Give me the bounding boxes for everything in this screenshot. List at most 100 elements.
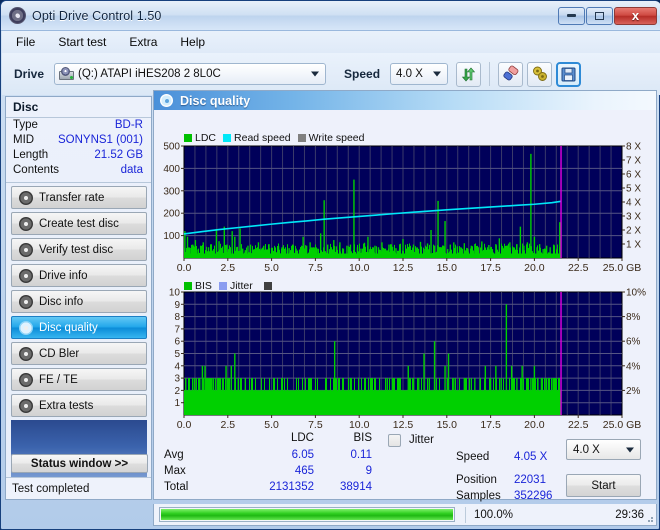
test-speed-select[interactable]: 4.0 X (566, 439, 641, 460)
svg-text:8%: 8% (626, 312, 641, 323)
settings-button[interactable] (527, 61, 553, 87)
menu-item-extra[interactable]: Extra (125, 33, 167, 51)
menu-item-file[interactable]: File (12, 33, 45, 51)
disc-info-row-length: Length 21.52 GB (6, 148, 151, 163)
bis-chart-legend: BIS Jitter (184, 280, 275, 292)
chevron-down-icon (626, 447, 634, 452)
stats-max-ldc: 465 (294, 465, 314, 477)
stats-max-bis: 9 (365, 465, 372, 477)
svg-text:100: 100 (163, 231, 180, 242)
sidebar-item-disc-info[interactable]: Disc info (11, 290, 147, 313)
window-title: Opti Drive Control 1.50 (32, 8, 162, 23)
sidebar-item-label: Disc info (39, 295, 84, 308)
sidebar-item-verify-test-disc[interactable]: Verify test disc (11, 238, 147, 261)
samples-label: Samples (456, 490, 501, 502)
sidebar: Disc Type BD-R MID SONYNS1 (001) Length … (5, 96, 152, 500)
status-window-button[interactable]: Status window >> (11, 454, 148, 473)
svg-text:6: 6 (174, 337, 180, 348)
svg-text:7.5: 7.5 (308, 419, 323, 431)
disc-info-row-contents: Contents data (6, 163, 151, 178)
svg-text:6 X: 6 X (626, 170, 641, 181)
svg-text:2 X: 2 X (626, 226, 641, 237)
disc-icon (19, 372, 33, 387)
refresh-button[interactable] (456, 61, 482, 87)
sidebar-item-disc-quality[interactable]: Disc quality (11, 316, 147, 339)
legend-swatch-read-speed (223, 134, 232, 142)
jitter-label: Jitter (409, 434, 434, 446)
stats-row-label-total: Total (164, 481, 189, 493)
svg-text:2: 2 (174, 386, 180, 397)
svg-text:7.5: 7.5 (308, 262, 323, 274)
progress-percent: 100.0% (474, 508, 514, 521)
close-button[interactable]: x (614, 6, 657, 25)
jitter-checkbox[interactable] (388, 434, 401, 447)
disc-icon (19, 320, 33, 335)
disc-quality-bis-chart[interactable]: 123 456 78910 2% 4% 6% 8% 10% 0.0 2.5 5.0 7.5 10.0 12… (154, 276, 658, 442)
svg-text:5.0: 5.0 (264, 419, 279, 431)
stats-avg-ldc: 6.05 (291, 449, 314, 461)
sidebar-item-extra-tests[interactable]: Extra tests (11, 394, 147, 417)
app-disc-icon (9, 7, 26, 24)
sidebar-item-label: CD Bler (39, 347, 80, 360)
gears-icon (532, 66, 547, 81)
legend-swatch-jitter (218, 282, 227, 290)
legend-label-read-speed: Read speed (234, 132, 291, 144)
stats-col-bis: BIS (353, 432, 372, 444)
minimize-button[interactable] (558, 6, 585, 25)
svg-text:17.5: 17.5 (480, 262, 501, 274)
svg-text:22.5: 22.5 (568, 419, 589, 431)
menu-item-start-test[interactable]: Start test (54, 33, 116, 51)
ldc-chart-legend: LDC Read speed Write speed (184, 132, 372, 144)
maximize-button[interactable] (586, 6, 613, 25)
disc-info-key: MID (13, 134, 35, 146)
svg-text:25.0 GB: 25.0 GB (603, 262, 642, 274)
svg-text:300: 300 (163, 186, 180, 197)
svg-text:5.0: 5.0 (264, 262, 279, 274)
sidebar-item-transfer-rate[interactable]: Transfer rate (11, 186, 147, 209)
resize-grip-icon[interactable] (644, 513, 654, 523)
sidebar-item-cd-bler[interactable]: CD Bler (11, 342, 147, 365)
disc-info-key: Contents (13, 164, 60, 176)
menu-item-help[interactable]: Help (176, 33, 215, 51)
erase-button[interactable] (498, 61, 524, 87)
drive-select-value: (Q:) ATAPI iHES208 2 8L0C (78, 68, 221, 80)
disc-info-value: 21.52 GB (94, 149, 143, 161)
toolbar-separator (489, 62, 491, 86)
svg-text:10.0: 10.0 (349, 419, 370, 431)
legend-swatch-write-speed (297, 134, 306, 142)
sidebar-item-drive-info[interactable]: Drive info (11, 264, 147, 287)
speed-readout-value: 4.05 X (514, 451, 548, 463)
toolbar: Drive (Q:) ATAPI iHES208 2 8L0C Speed 4.… (2, 53, 660, 95)
disc-quality-ldc-chart[interactable]: 100 200 300 400 500 1 X 2 X 3 X 4 X 5 X 6 X 7 X 8 X 0… (154, 129, 658, 281)
stats-avg-bis: 0.11 (350, 449, 372, 461)
progress-bar (159, 507, 455, 522)
floppy-save-icon (561, 67, 576, 81)
svg-text:12.5: 12.5 (393, 419, 414, 431)
progress-bar-fill (161, 509, 453, 520)
drive-select[interactable]: (Q:) ATAPI iHES208 2 8L0C (54, 63, 327, 85)
panel-header: Disc quality (154, 91, 656, 110)
sidebar-item-label: Verify test disc (39, 243, 114, 256)
sidebar-item-create-test-disc[interactable]: Create test disc (11, 212, 147, 235)
save-button[interactable] (556, 61, 582, 87)
start-button[interactable]: Start (566, 474, 641, 497)
disc-icon (19, 216, 33, 231)
speed-select[interactable]: 4.0 X (390, 63, 449, 85)
svg-text:500: 500 (163, 142, 180, 153)
svg-text:4 X: 4 X (626, 198, 641, 209)
svg-text:1: 1 (174, 398, 180, 409)
position-value: 22031 (514, 474, 546, 486)
svg-text:400: 400 (163, 164, 180, 175)
svg-text:17.5: 17.5 (480, 419, 501, 431)
legend-swatch-ldc (184, 134, 192, 142)
disc-info-value: BD-R (114, 119, 143, 131)
svg-text:5: 5 (174, 349, 180, 360)
svg-text:2.5: 2.5 (220, 419, 235, 431)
legend-label-write-speed: Write speed (308, 132, 365, 144)
legend-swatch-extra (263, 282, 272, 290)
svg-text:2.5: 2.5 (220, 262, 235, 274)
legend-label-bis: BIS (195, 280, 212, 292)
sidebar-item-fe-te[interactable]: FE / TE (11, 368, 147, 391)
svg-text:20.0: 20.0 (524, 262, 545, 274)
drive-label: Drive (14, 67, 45, 81)
